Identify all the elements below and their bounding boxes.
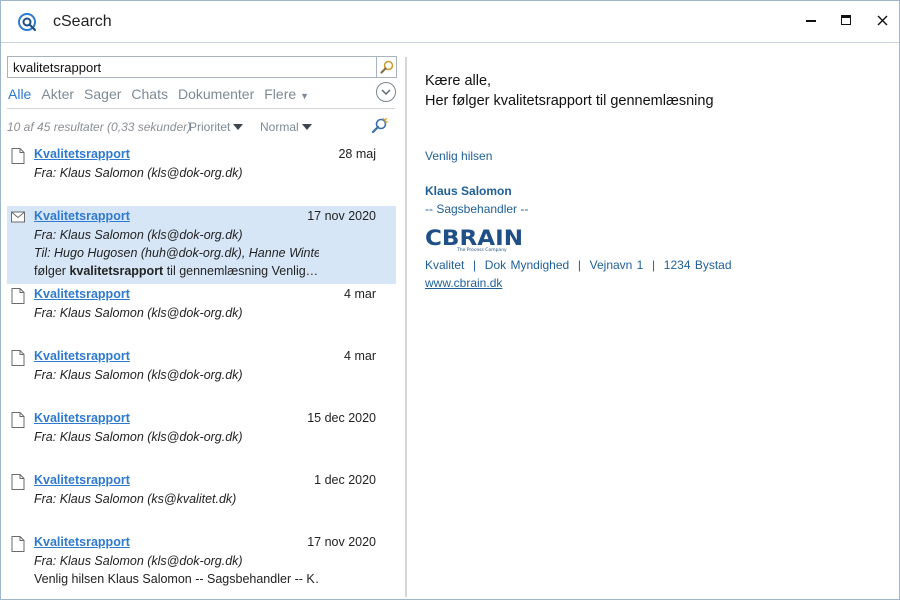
filter-tabs: Alle Akter Sager Chats Dokumenter Flere ▼ xyxy=(8,84,319,104)
signature-address: Kvalitet | Dok Myndighed | Vejnavn 1 | 1… xyxy=(425,258,732,272)
sort-priority-select[interactable]: Prioritet xyxy=(189,120,244,134)
csearch-logo-icon xyxy=(18,13,37,32)
result-from: Fra: Klaus Salomon (kls@dok-org.dk) xyxy=(34,306,243,320)
list-item[interactable]: Kvalitetsrapport 17 nov 2020 Fra: Klaus … xyxy=(7,532,396,594)
tab-sager[interactable]: Sager xyxy=(84,86,121,102)
search-input[interactable] xyxy=(8,57,376,77)
signature-closing: Venlig hilsen xyxy=(425,149,493,163)
list-item[interactable]: Kvalitetsrapport 4 mar Fra: Klaus Salomo… xyxy=(7,346,396,408)
document-icon xyxy=(11,536,25,552)
tab-more[interactable]: Flere ▼ xyxy=(264,86,309,102)
result-title[interactable]: Kvalitetsrapport xyxy=(34,147,130,161)
result-to: Til: Hugo Hugosen (huh@dok-org.dk), Hann… xyxy=(34,246,319,260)
result-from: Fra: Klaus Salomon (ks@kvalitet.dk) xyxy=(34,492,237,506)
list-item[interactable]: Kvalitetsrapport 1 dec 2020 Fra: Klaus S… xyxy=(7,470,396,532)
document-icon xyxy=(11,412,25,428)
sort-normal-label: Normal xyxy=(260,120,299,134)
result-date: 15 dec 2020 xyxy=(307,411,376,425)
result-from: Fra: Klaus Salomon (kls@dok-org.dk) xyxy=(34,228,243,242)
sort-priority-label: Prioritet xyxy=(189,120,231,134)
list-item[interactable]: Kvalitetsrapport 28 maj Fra: Klaus Salom… xyxy=(7,144,396,206)
result-date: 4 mar xyxy=(344,349,376,363)
title-bar[interactable]: cSearch xyxy=(1,1,899,43)
result-title[interactable]: Kvalitetsrapport xyxy=(34,535,130,549)
search-icon xyxy=(380,60,393,74)
expand-filters-button[interactable] xyxy=(376,82,396,102)
document-icon xyxy=(11,148,25,164)
preview-pane: Kære alle, Her følger kvalitetsrapport t… xyxy=(407,44,899,599)
result-title[interactable]: Kvalitetsrapport xyxy=(34,287,130,301)
search-box xyxy=(7,56,397,78)
list-item-selected[interactable]: Kvalitetsrapport 17 nov 2020 Fra: Klaus … xyxy=(7,206,396,284)
result-from: Fra: Klaus Salomon (kls@dok-org.dk) xyxy=(34,166,243,180)
result-date: 4 mar xyxy=(344,287,376,301)
result-from: Fra: Klaus Salomon (kls@dok-org.dk) xyxy=(34,368,243,382)
result-title[interactable]: Kvalitetsrapport xyxy=(34,209,130,223)
result-date: 17 nov 2020 xyxy=(307,209,376,223)
refine-search-icon[interactable] xyxy=(371,117,389,135)
close-button[interactable] xyxy=(868,9,896,31)
search-button[interactable] xyxy=(376,57,396,77)
caret-down-icon xyxy=(301,124,312,130)
more-caret-icon: ▼ xyxy=(300,91,310,101)
result-snippet: følger kvalitetsrapport til gennemlæsnin… xyxy=(34,264,318,278)
tab-akter[interactable]: Akter xyxy=(41,86,74,102)
tab-alle[interactable]: Alle xyxy=(8,86,31,102)
sort-normal-select[interactable]: Normal xyxy=(260,120,312,134)
result-title[interactable]: Kvalitetsrapport xyxy=(34,473,130,487)
chevron-down-circle-icon xyxy=(381,89,391,96)
more-label: Flere xyxy=(264,86,297,102)
result-date: 17 nov 2020 xyxy=(307,535,376,549)
result-summary: 10 af 45 resultater (0,33 sekunder) xyxy=(7,120,192,134)
list-item[interactable]: Kvalitetsrapport 4 mar Fra: Klaus Salomo… xyxy=(7,284,396,346)
cbrain-logo: CBRAIN The Process Company xyxy=(425,226,523,252)
result-from: Fra: Klaus Salomon (kls@dok-org.dk) xyxy=(34,430,243,444)
caret-down-icon xyxy=(233,124,244,130)
document-icon xyxy=(11,350,25,366)
svg-text:The Process Company: The Process Company xyxy=(456,247,507,252)
result-date: 1 dec 2020 xyxy=(314,473,376,487)
result-title[interactable]: Kvalitetsrapport xyxy=(34,411,130,425)
envelope-icon xyxy=(11,211,25,223)
close-icon xyxy=(877,15,887,25)
tab-dokumenter[interactable]: Dokumenter xyxy=(178,86,254,102)
list-item[interactable]: Kvalitetsrapport 15 dec 2020 Fra: Klaus … xyxy=(7,408,396,470)
snippet-text: til gennemlæsning Venlig… xyxy=(163,264,319,278)
divider xyxy=(7,108,395,109)
result-title[interactable]: Kvalitetsrapport xyxy=(34,349,130,363)
message-greeting: Kære alle, xyxy=(425,73,492,89)
signature-name: Klaus Salomon xyxy=(425,184,512,198)
search-panel: Alle Akter Sager Chats Dokumenter Flere▼… xyxy=(1,44,405,599)
minimize-icon xyxy=(806,20,816,22)
message-body: Her følger kvalitetsrapport til gennemlæ… xyxy=(425,93,714,109)
result-from: Fra: Klaus Salomon (kls@dok-org.dk) xyxy=(34,554,243,568)
svg-text:CBRAIN: CBRAIN xyxy=(425,226,523,250)
maximize-icon xyxy=(841,15,851,25)
app-window: cSearch Alle Akter Sager Chats Dokumente… xyxy=(0,0,900,600)
result-snippet: Venlig hilsen Klaus Salomon -- Sagsbehan… xyxy=(34,572,319,586)
signature-website-link[interactable]: www.cbrain.dk xyxy=(425,276,502,290)
maximize-button[interactable] xyxy=(832,9,860,31)
signature-role: -- Sagsbehandler -- xyxy=(425,202,529,216)
app-title: cSearch xyxy=(53,13,112,30)
tab-chats[interactable]: Chats xyxy=(131,86,168,102)
minimize-button[interactable] xyxy=(797,9,825,31)
snippet-highlight: kvalitetsrapport xyxy=(69,264,164,278)
document-icon xyxy=(11,474,25,490)
document-icon xyxy=(11,288,25,304)
snippet-text: følger xyxy=(34,264,70,278)
result-date: 28 maj xyxy=(338,147,376,161)
